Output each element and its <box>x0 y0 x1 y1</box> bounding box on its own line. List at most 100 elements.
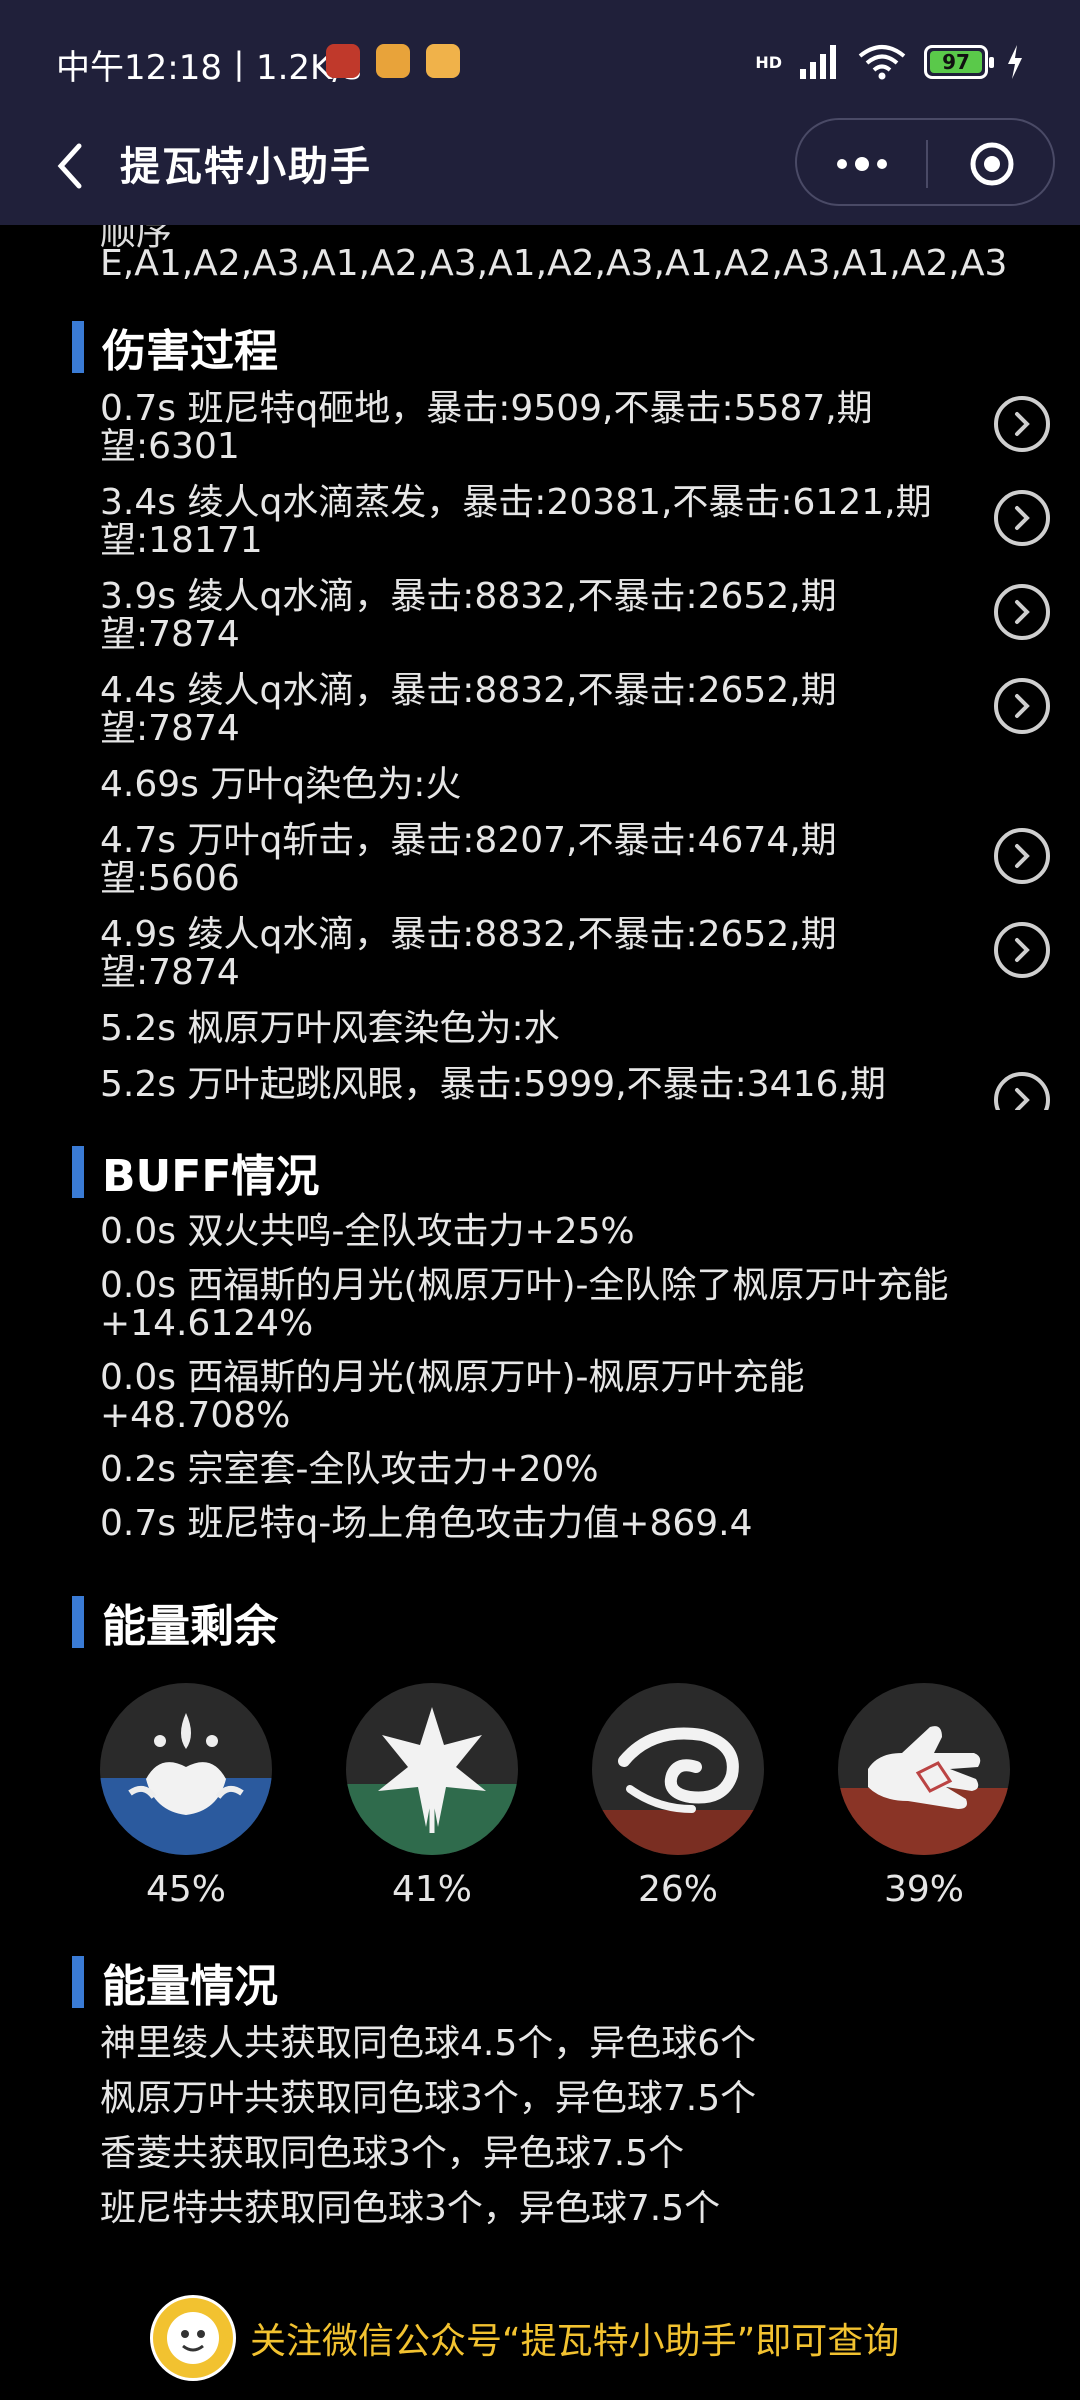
section-title-text: 能量情况 <box>102 1961 278 2012</box>
buff-item: 0.2s 宗室套-全队攻击力+20% <box>100 1449 599 1490</box>
damage-item-text: 3.9s 绫人q水滴，暴击:8832,不暴击:2652,期望:7874 <box>100 576 837 655</box>
energy-gauge: 39% <box>838 1683 1010 1910</box>
buff-item: 0.0s 西福斯的月光(枫原万叶)-枫原万叶充能+48.708% <box>100 1357 805 1436</box>
energy-info-section-title: 能量情况 <box>72 1950 278 2014</box>
close-miniprogram-button[interactable] <box>957 140 1027 188</box>
damage-list: 0.7s 班尼特q砸地，暴击:9509,不暴击:5587,期望:6301 3.4… <box>100 390 1050 1110</box>
section-accent-bar <box>72 1596 84 1648</box>
damage-item-text: 4.7s 万叶q斩击，暴击:8207,不暴击:4674,期望:5606 <box>100 820 837 899</box>
app-notification-icon <box>326 44 360 78</box>
energy-info-item: 神里绫人共获取同色球4.5个，异色球6个 <box>100 2023 757 2064</box>
chevron-right-icon <box>1015 506 1030 530</box>
damage-detail-button[interactable] <box>994 922 1050 978</box>
section-title-text: 伤害过程 <box>102 326 278 377</box>
chevron-left-icon <box>57 143 82 189</box>
energy-info-list: 神里绫人共获取同色球4.5个，异色球6个 枫原万叶共获取同色球3个，异色球7.5… <box>100 2025 980 2245</box>
chevron-right-icon <box>1015 844 1030 868</box>
buff-list: 0.0s 双火共鸣-全队攻击力+25% 0.0s 西福斯的月光(枫原万叶)-全队… <box>100 1213 980 1559</box>
signal-icon <box>800 45 836 79</box>
energy-circle <box>592 1683 764 1855</box>
damage-item-text: 4.9s 绫人q水滴，暴击:8832,不暴击:2652,期望:7874 <box>100 914 837 993</box>
page-title: 提瓦特小助手 <box>120 144 372 190</box>
section-accent-bar <box>72 1956 84 2008</box>
battery-icon: 97 <box>924 45 994 79</box>
more-dots-icon <box>837 157 887 171</box>
footer-promo: 关注微信公众号“提瓦特小助手”即可查询 <box>150 2295 899 2381</box>
section-accent-bar <box>72 321 84 373</box>
buff-section-title: BUFF情况 <box>72 1140 319 1204</box>
damage-item[interactable]: 3.9s 绫人q水滴，暴击:8832,不暴击:2652,期望:7874 <box>100 578 1050 654</box>
chevron-right-icon <box>1015 938 1030 962</box>
damage-item-text: 3.4s 绫人q水滴蒸发，暴击:20381,不暴击:6121,期望:18171 <box>100 482 932 561</box>
energy-percent: 41% <box>391 1869 472 1910</box>
battery-level: 97 <box>930 50 982 74</box>
energy-remaining-row: 45% 41% 26% 39% <box>100 1683 1010 1910</box>
buff-item: 0.0s 双火共鸣-全队攻击力+25% <box>100 1211 635 1252</box>
anemo-swirl-icon <box>618 1727 739 1813</box>
energy-percent: 45% <box>145 1869 226 1910</box>
energy-gauge: 45% <box>100 1683 272 1910</box>
buff-item: 0.0s 西福斯的月光(枫原万叶)-全队除了枫原万叶充能+14.6124% <box>100 1265 949 1344</box>
damage-item[interactable]: 4.4s 绫人q水滴，暴击:8832,不暴击:2652,期望:7874 <box>100 672 1050 748</box>
damage-item-text: 4.69s 万叶q染色为:火 <box>100 764 462 805</box>
damage-item[interactable]: 0.7s 班尼特q砸地，暴击:9509,不暴击:5587,期望:6301 <box>100 390 1050 466</box>
top-bar: 中午12:18丨1.2K/s HD 97 提瓦特小助手 <box>0 0 1080 225</box>
energy-circle <box>100 1683 272 1855</box>
damage-item-text: 4.4s 绫人q水滴，暴击:8832,不暴击:2652,期望:7874 <box>100 670 837 749</box>
content-scroll-area[interactable]: 顺序 E,A1,A2,A3,A1,A2,A3,A1,A2,A3,A1,A2,A3… <box>0 225 1080 2400</box>
damage-item-text: 0.7s 班尼特q砸地，暴击:9509,不暴击:5587,期望:6301 <box>100 390 873 467</box>
back-button[interactable] <box>40 136 100 196</box>
section-title-text: 能量剩余 <box>102 1601 278 1652</box>
damage-section-title: 伤害过程 <box>72 315 278 379</box>
hydro-element-icon <box>128 1713 244 1815</box>
app-notification-icon <box>376 44 410 78</box>
target-close-icon <box>970 142 1014 186</box>
chevron-right-icon <box>1015 1088 1030 1110</box>
status-indicators: HD 97 <box>755 44 1024 80</box>
damage-detail-button[interactable] <box>994 828 1050 884</box>
chevron-right-icon <box>1015 412 1030 436</box>
network-type-label: HD <box>755 52 782 72</box>
status-bar: 中午12:18丨1.2K/s HD 97 <box>0 0 1080 124</box>
energy-percent: 26% <box>637 1869 718 1910</box>
charging-icon <box>1008 45 1022 79</box>
energy-info-item: 班尼特共获取同色球3个，异色球7.5个 <box>100 2188 721 2229</box>
wifi-icon <box>858 45 906 80</box>
damage-item: 4.69s 万叶q染色为:火 <box>100 766 1050 804</box>
capsule-divider <box>926 140 928 188</box>
damage-detail-button[interactable] <box>994 584 1050 640</box>
chevron-right-icon <box>1015 694 1030 718</box>
damage-item[interactable]: 4.7s 万叶q斩击，暴击:8207,不暴击:4674,期望:5606 <box>100 822 1050 898</box>
status-app-icons <box>326 44 460 78</box>
damage-item[interactable]: 4.9s 绫人q水滴，暴击:8832,不暴击:2652,期望:7874 <box>100 916 1050 992</box>
damage-detail-button[interactable] <box>994 678 1050 734</box>
anemo-element-icon <box>378 1707 486 1833</box>
footer-text: 关注微信公众号“提瓦特小助手”即可查询 <box>250 2321 900 2362</box>
energy-gauge: 41% <box>346 1683 518 1910</box>
section-accent-bar <box>72 1146 84 1198</box>
status-time: 中午12:18丨1.2K/s <box>56 48 362 88</box>
damage-item[interactable]: 3.4s 绫人q水滴蒸发，暴击:20381,不暴击:6121,期望:18171 <box>100 484 1050 560</box>
energy-info-item: 香菱共获取同色球3个，异色球7.5个 <box>100 2133 685 2174</box>
navigation-bar: 提瓦特小助手 <box>0 118 1080 225</box>
damage-item-text: 5.2s 枫原万叶风套染色为:水 <box>100 1008 560 1049</box>
energy-circle <box>838 1683 1010 1855</box>
chevron-right-icon <box>1015 600 1030 624</box>
energy-left-section-title: 能量剩余 <box>72 1590 278 1654</box>
damage-detail-button[interactable] <box>994 490 1050 546</box>
app-notification-icon <box>426 44 460 78</box>
damage-item-text: 5.2s 万叶起跳风眼，暴击:5999,不暴击:3416,期 <box>100 1064 886 1105</box>
buff-item: 0.7s 班尼特q-场上角色攻击力值+869.4 <box>100 1503 753 1544</box>
app-logo <box>150 2295 236 2381</box>
section-title-text: BUFF情况 <box>102 1151 320 1202</box>
damage-detail-button[interactable] <box>994 1072 1050 1110</box>
more-button[interactable] <box>827 140 897 188</box>
attack-sequence: E,A1,A2,A3,A1,A2,A3,A1,A2,A3,A1,A2,A3,A1… <box>100 243 1008 284</box>
pyro-hand-icon <box>868 1726 981 1809</box>
damage-item[interactable]: 5.2s 万叶起跳风眼，暴击:5999,不暴击:3416,期 <box>100 1064 1050 1110</box>
damage-detail-button[interactable] <box>994 396 1050 452</box>
energy-percent: 39% <box>883 1869 964 1910</box>
helper-logo-icon <box>167 2312 219 2364</box>
energy-gauge: 26% <box>592 1683 764 1910</box>
damage-item: 5.2s 枫原万叶风套染色为:水 <box>100 1010 1050 1048</box>
